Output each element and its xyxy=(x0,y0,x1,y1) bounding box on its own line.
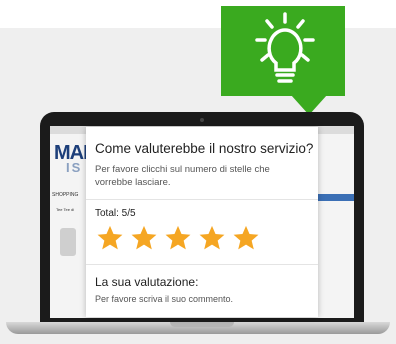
star-icon[interactable] xyxy=(198,225,226,251)
site-product-image xyxy=(60,228,76,256)
modal-subtitle: Per favore clicchi sul numero di stelle … xyxy=(95,164,270,188)
laptop-camera xyxy=(200,118,204,122)
star-icon[interactable] xyxy=(130,225,158,251)
rating-total: Total: 5/5 xyxy=(95,208,136,219)
star-icon[interactable] xyxy=(96,225,124,251)
review-title: La sua valutazione: xyxy=(95,275,199,289)
lightbulb-icon xyxy=(255,12,315,83)
site-nav-sub: Tee Tee di xyxy=(56,207,75,212)
divider xyxy=(86,264,318,265)
review-prompt[interactable]: Per favore scriva il suo commento. xyxy=(95,294,233,304)
site-nav-label: SHOPPING xyxy=(52,192,79,198)
modal-title: Come valuterebbe il nostro servizio? xyxy=(95,141,314,156)
site-blue-bar xyxy=(318,194,354,201)
star-icon[interactable] xyxy=(232,225,260,251)
laptop-notch xyxy=(170,322,234,327)
divider xyxy=(86,199,318,200)
star-icon[interactable] xyxy=(164,225,192,251)
star-rating[interactable] xyxy=(96,225,266,253)
site-logo-sub: IS xyxy=(66,160,83,175)
